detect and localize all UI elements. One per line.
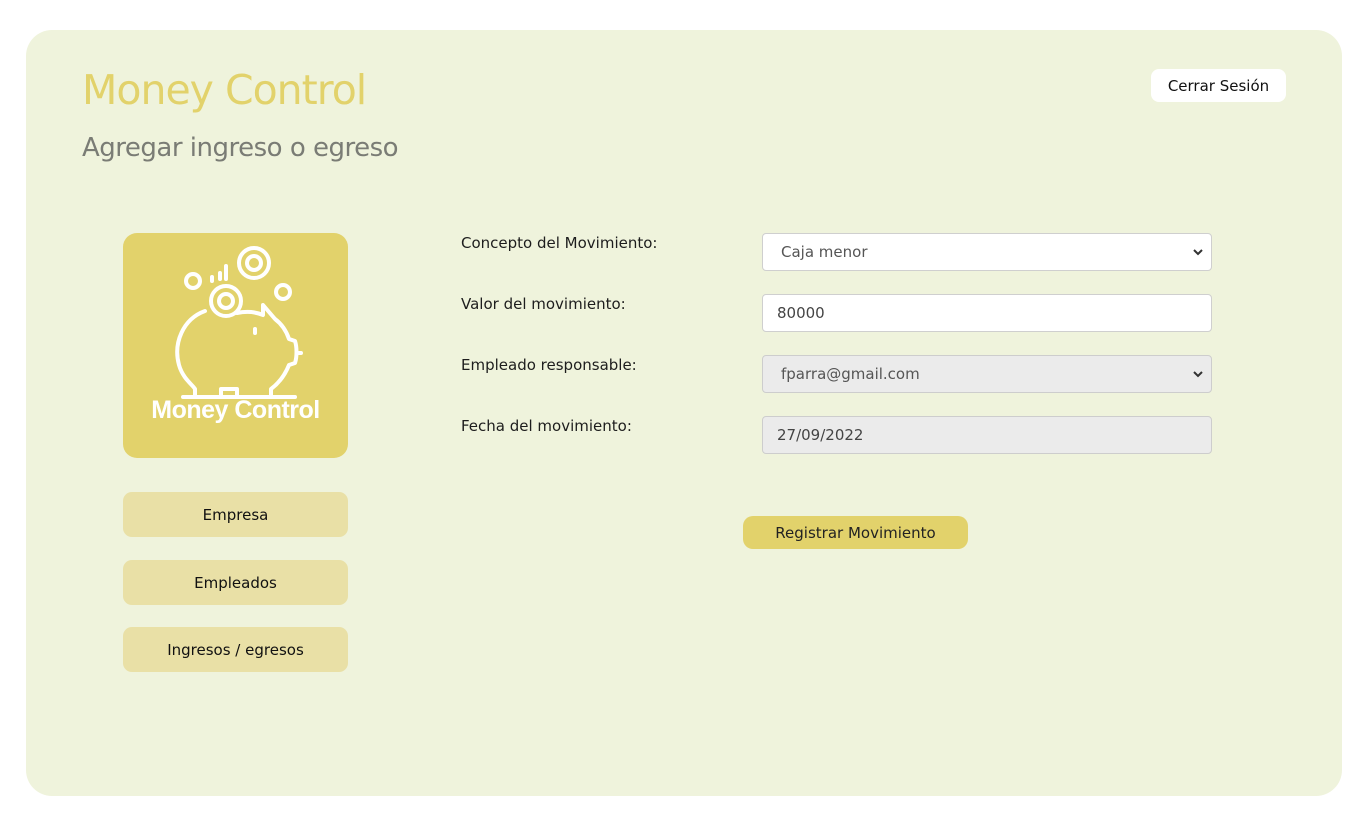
amount-label: Valor del movimiento: xyxy=(461,295,626,313)
date-label: Fecha del movimiento: xyxy=(461,417,632,435)
amount-input[interactable]: 80000 xyxy=(762,294,1212,332)
chevron-down-icon xyxy=(1185,370,1211,378)
logout-button[interactable]: Cerrar Sesión xyxy=(1151,69,1286,102)
nav-empleados-button[interactable]: Empleados xyxy=(123,560,348,605)
amount-input-value: 80000 xyxy=(777,304,825,322)
employee-select[interactable]: fparra@gmail.com xyxy=(762,355,1212,393)
concept-select[interactable]: Caja menor xyxy=(762,233,1212,271)
concept-select-value: Caja menor xyxy=(781,243,868,261)
nav-ingresos-egresos-button[interactable]: Ingresos / egresos xyxy=(123,627,348,672)
register-movement-button[interactable]: Registrar Movimiento xyxy=(743,516,968,549)
employee-label: Empleado responsable: xyxy=(461,356,637,374)
logo: Money Control xyxy=(123,233,348,458)
employee-select-value: fparra@gmail.com xyxy=(781,365,920,383)
date-input-value: 27/09/2022 xyxy=(777,426,864,444)
main-card: Money Control Agregar ingreso o egreso C… xyxy=(26,30,1342,796)
nav-empresa-button[interactable]: Empresa xyxy=(123,492,348,537)
chevron-down-icon xyxy=(1185,248,1211,256)
date-input[interactable]: 27/09/2022 xyxy=(762,416,1212,454)
page-subtitle: Agregar ingreso o egreso xyxy=(82,133,399,163)
logo-text: Money Control xyxy=(151,396,320,424)
app-title: Money Control xyxy=(82,66,367,114)
concept-label: Concepto del Movimiento: xyxy=(461,234,658,252)
